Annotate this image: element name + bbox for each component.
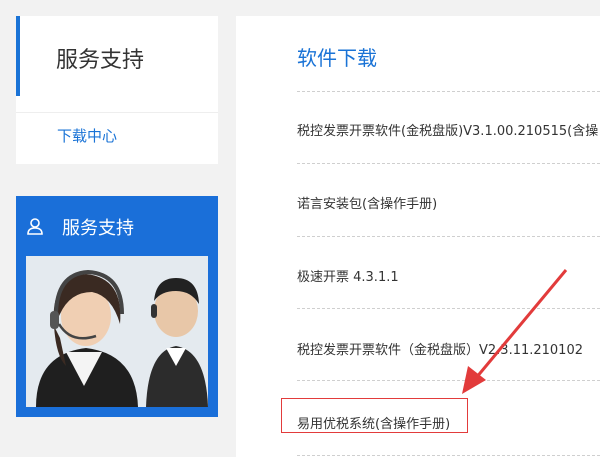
support-agents-image (26, 256, 208, 407)
row-divider (297, 455, 600, 456)
download-item[interactable]: 极速开票 4.3.1.1 (297, 266, 399, 285)
divider (16, 112, 218, 113)
sidebar-card: 服务支持 下载中心 (16, 16, 218, 164)
download-item[interactable]: 税控发票开票软件(金税盘版)V3.1.00.210515(含操 (297, 120, 598, 139)
row-divider (297, 91, 600, 92)
row-divider (297, 163, 600, 164)
page-title: 软件下载 (297, 46, 377, 70)
download-center-link[interactable]: 下载中心 (57, 125, 117, 146)
sidebar-header: 服务支持 (16, 16, 218, 96)
row-divider (297, 308, 600, 309)
sidebar-title: 服务支持 (56, 48, 145, 73)
row-divider (297, 236, 600, 237)
user-icon (27, 218, 43, 235)
highlight-box (281, 398, 468, 433)
row-divider (297, 380, 600, 381)
support-box-header: 服务支持 (16, 196, 218, 256)
download-item[interactable]: 诺言安装包(含操作手册) (297, 193, 437, 212)
support-box-title: 服务支持 (62, 218, 134, 239)
download-item[interactable]: 税控发票开票软件（金税盘版）V2.3.11.210102 (297, 339, 583, 358)
support-box: 服务支持 (16, 196, 218, 417)
main-content: 软件下载 税控发票开票软件(金税盘版)V3.1.00.210515(含操 诺言安… (236, 16, 600, 457)
